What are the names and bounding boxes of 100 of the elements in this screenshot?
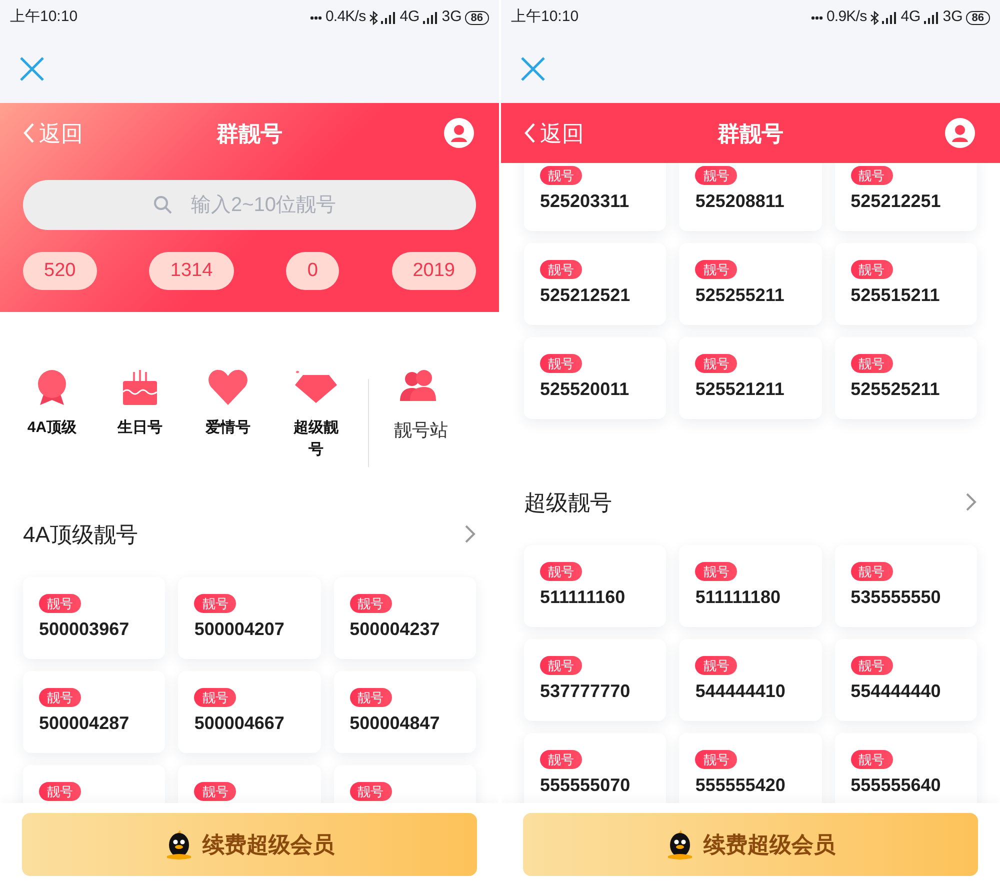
tag: 靓号	[695, 260, 738, 279]
category-item[interactable]: 4A顶级	[8, 367, 96, 439]
number-text: 554444440	[850, 680, 941, 702]
tag: 靓号	[194, 688, 236, 707]
tag: 靓号	[540, 656, 582, 675]
number-text: 525208811	[695, 190, 784, 212]
chevron-right-icon[interactable]	[464, 524, 476, 544]
status-time: 上午10:10	[10, 7, 78, 28]
number-card[interactable]: 靓号 500004237	[334, 577, 476, 659]
network-label: 3G	[942, 7, 963, 28]
close-icon[interactable]	[520, 56, 546, 82]
number-text: 525203311	[540, 190, 630, 212]
tag: 靓号	[540, 260, 582, 279]
number-card[interactable]: 靓号 555555070	[524, 733, 666, 803]
bird-icon	[164, 830, 192, 860]
cake-icon	[120, 367, 160, 407]
number-card[interactable]: 靓号 554444440	[834, 639, 977, 721]
tag: 靓号	[695, 656, 738, 675]
chevron-left-icon	[23, 122, 35, 144]
number-text: 511111180	[695, 586, 780, 608]
number-card[interactable]: 靓号 525521211	[679, 337, 822, 419]
number-card[interactable]: 靓号 525212521	[524, 243, 666, 325]
number-text: 511111160	[540, 586, 626, 608]
tag: 靓号	[194, 782, 236, 801]
number-card[interactable]: 靓号 544444410	[679, 639, 822, 721]
tag: 靓号	[350, 594, 392, 613]
section-title: 超级靓号	[524, 488, 612, 516]
number-text: 525515211	[850, 284, 940, 306]
status-speed: 0.9K/s	[826, 7, 867, 28]
category-item[interactable]: 生日号	[96, 367, 184, 439]
number-card[interactable]: 靓号 525515211	[834, 243, 977, 325]
number-text: 500003967	[39, 618, 130, 640]
number-card[interactable]: 靓号 535555550	[834, 545, 977, 627]
number-text: 525255211	[695, 284, 784, 306]
tag: 靓号	[540, 354, 582, 373]
number-card[interactable]: 靓号 525520011	[524, 337, 666, 419]
number-card[interactable]: 靓号 555555640	[834, 733, 977, 803]
number-card[interactable]: 靓号 525212251	[834, 163, 977, 231]
network-label: 4G	[400, 7, 420, 28]
number-text: 555555070	[540, 774, 630, 796]
number-text: 535555550	[850, 586, 941, 608]
tag: 靓号	[695, 166, 738, 185]
tag: 靓号	[39, 594, 81, 613]
tag: 靓号	[695, 750, 738, 769]
tag: 靓号	[350, 688, 392, 707]
chevron-right-icon[interactable]	[965, 492, 977, 512]
number-text: 500004287	[39, 712, 130, 734]
signal-icon	[924, 12, 940, 24]
tag: 靓号	[850, 166, 893, 185]
search-field[interactable]: 输入2~10位靓号	[23, 180, 476, 230]
number-text: 500004667	[194, 712, 284, 734]
avatar-icon[interactable]	[444, 118, 474, 148]
page-title: 群靓号	[718, 120, 784, 148]
number-card[interactable]: 靓号 555555420	[679, 733, 822, 803]
bluetooth-icon	[368, 10, 378, 24]
number-card[interactable]: 靓号 511111180	[679, 545, 822, 627]
tag: 靓号	[194, 594, 236, 613]
number-card[interactable]: 靓号 537777770	[524, 639, 666, 721]
tag: 靓号	[39, 688, 81, 707]
number-text: 537777770	[540, 680, 630, 702]
category-item[interactable]: 爱情号	[184, 367, 272, 439]
number-text: 525212251	[850, 190, 941, 212]
bird-icon	[666, 830, 694, 860]
number-card[interactable]: 靓号 511111160	[524, 545, 666, 627]
category-item[interactable]: 靓号站	[377, 369, 465, 441]
tag: 靓号	[850, 656, 893, 675]
tag: 靓号	[350, 782, 392, 801]
number-card[interactable]: 靓号 500004287	[23, 671, 166, 753]
number-card[interactable]: 靓号 500003967	[23, 577, 166, 659]
signal-icon	[882, 12, 898, 24]
avatar-icon[interactable]	[945, 118, 975, 148]
number-card[interactable]: 靓号 525255211	[679, 243, 822, 325]
tag: 靓号	[850, 750, 893, 769]
tag: 靓号	[540, 750, 582, 769]
number-text: 525520011	[540, 378, 630, 400]
number-card[interactable]: 靓号 525525211	[834, 337, 977, 419]
number-card[interactable]: 靓号 500004847	[334, 671, 476, 753]
renew-button[interactable]: 续费超级会员	[523, 813, 978, 876]
number-card[interactable]: 靓号 500004207	[178, 577, 321, 659]
heart-icon	[207, 367, 249, 407]
number-card[interactable]: 靓号 525203311	[524, 163, 666, 231]
signal-icon	[380, 12, 397, 24]
category-item[interactable]: 超级靓号	[272, 367, 360, 461]
bluetooth-icon	[870, 10, 879, 24]
tag: 靓号	[850, 562, 893, 581]
page-title: 群靓号	[216, 120, 282, 148]
network-label: 3G	[442, 7, 462, 28]
number-text: 500004207	[194, 618, 284, 640]
number-text: 555555640	[850, 774, 941, 796]
number-card[interactable]: 靓号 525208811	[679, 163, 822, 231]
battery-level: 86	[464, 10, 489, 24]
number-card[interactable]: 靓号 500004667	[178, 671, 321, 753]
renew-button[interactable]: 续费超级会员	[22, 813, 477, 876]
number-text: 544444410	[695, 680, 786, 702]
signal-icon	[422, 12, 439, 24]
section-title: 4A顶级靓号	[23, 520, 138, 548]
close-icon[interactable]	[19, 56, 45, 82]
number-text: 525525211	[850, 378, 940, 400]
tag: 靓号	[850, 260, 893, 279]
tag: 靓号	[695, 354, 738, 373]
